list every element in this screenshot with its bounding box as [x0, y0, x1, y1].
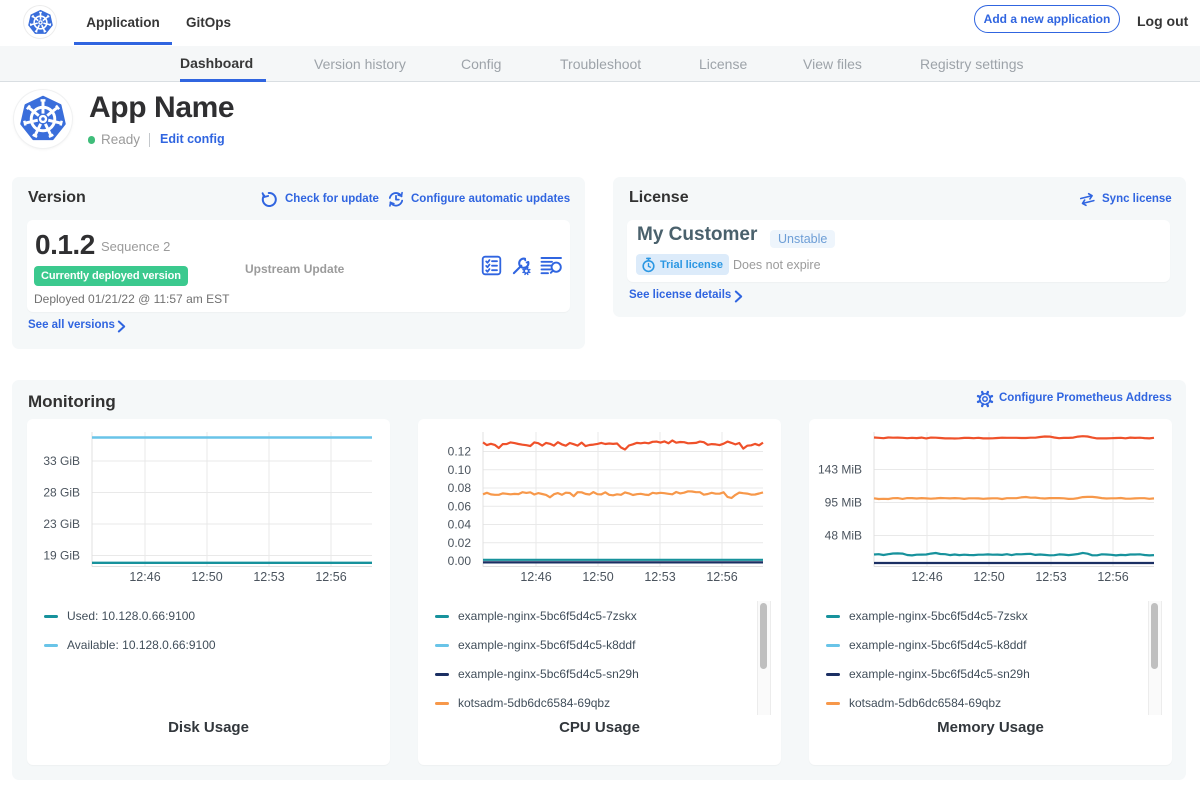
svg-text:0.04: 0.04 — [448, 518, 472, 532]
svg-text:12:56: 12:56 — [706, 570, 737, 584]
svg-text:0.06: 0.06 — [448, 499, 472, 513]
svg-text:0.00: 0.00 — [448, 554, 472, 568]
svg-text:12:50: 12:50 — [582, 570, 613, 584]
svg-text:12:50: 12:50 — [973, 570, 1004, 584]
svg-text:12:53: 12:53 — [1035, 570, 1066, 584]
svg-text:0.02: 0.02 — [448, 536, 472, 550]
svg-text:33 GiB: 33 GiB — [43, 454, 80, 468]
svg-text:12:53: 12:53 — [253, 570, 284, 584]
svg-text:0.08: 0.08 — [448, 481, 472, 495]
svg-text:48 MiB: 48 MiB — [825, 529, 862, 543]
svg-text:0.12: 0.12 — [448, 445, 472, 459]
svg-text:12:46: 12:46 — [911, 570, 942, 584]
svg-text:12:56: 12:56 — [1097, 570, 1128, 584]
svg-text:12:50: 12:50 — [191, 570, 222, 584]
svg-text:12:46: 12:46 — [129, 570, 160, 584]
svg-text:0.10: 0.10 — [448, 463, 472, 477]
svg-text:23 GiB: 23 GiB — [43, 517, 80, 531]
svg-text:12:56: 12:56 — [315, 570, 346, 584]
svg-text:143 MiB: 143 MiB — [818, 463, 862, 477]
svg-text:95 MiB: 95 MiB — [825, 496, 862, 510]
svg-text:19 GiB: 19 GiB — [43, 549, 80, 563]
svg-text:28 GiB: 28 GiB — [43, 486, 80, 500]
svg-text:12:53: 12:53 — [644, 570, 675, 584]
svg-text:12:46: 12:46 — [520, 570, 551, 584]
